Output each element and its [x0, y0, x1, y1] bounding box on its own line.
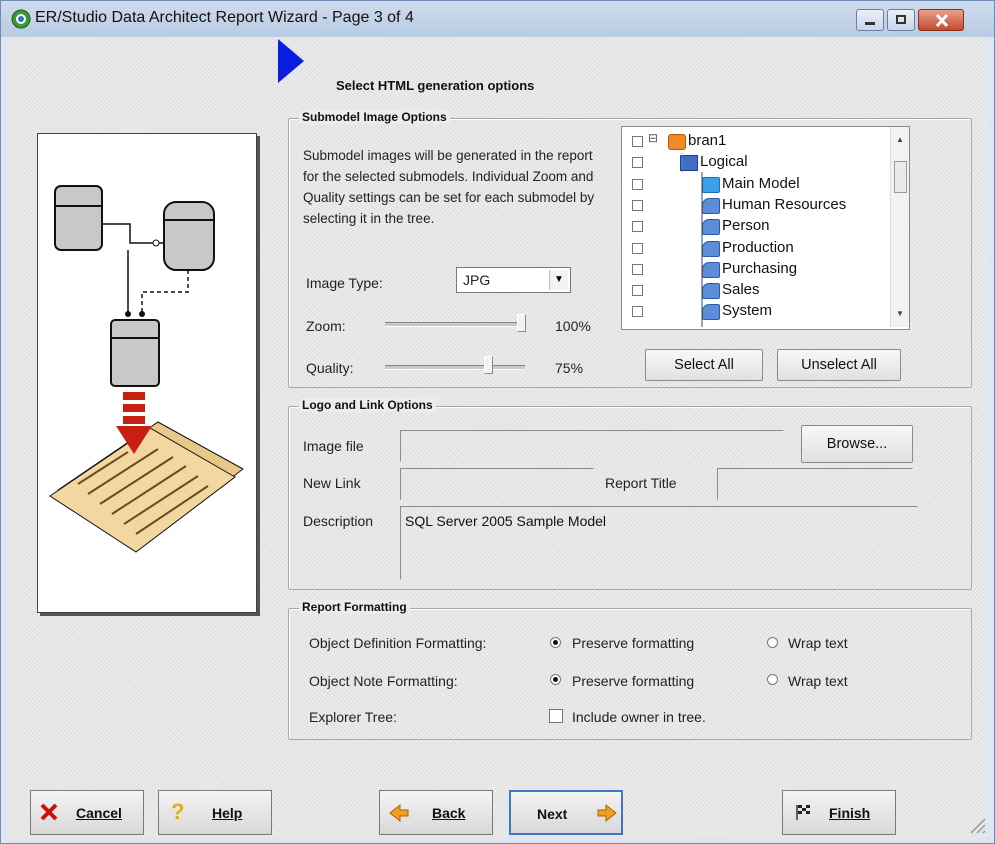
- definition-wrap-radio[interactable]: [767, 637, 778, 648]
- report-title-label: Report Title: [605, 475, 677, 491]
- next-label: Next: [537, 806, 568, 822]
- image-type-label: Image Type:: [306, 275, 383, 291]
- finish-label: Finish: [829, 805, 871, 821]
- description-textarea[interactable]: SQL Server 2005 Sample Model: [400, 506, 918, 580]
- help-icon: ?: [171, 799, 185, 824]
- object-note-label: Object Note Formatting:: [309, 673, 458, 689]
- browse-button[interactable]: Browse...: [801, 425, 913, 463]
- submodel-group-legend: Submodel Image Options: [299, 110, 450, 124]
- minimize-button[interactable]: [856, 9, 884, 31]
- quality-label: Quality:: [306, 360, 354, 376]
- description-label: Description: [303, 513, 374, 529]
- finish-button[interactable]: Finish: [782, 790, 896, 835]
- formatting-group-legend: Report Formatting: [299, 600, 410, 614]
- logo-group-legend: Logo and Link Options: [299, 398, 436, 412]
- maximize-icon: [896, 15, 906, 24]
- unselect-all-button[interactable]: Unselect All: [777, 349, 901, 381]
- definition-preserve-label[interactable]: Preserve formatting: [572, 635, 694, 651]
- app-icon: [11, 9, 31, 29]
- definition-preserve-radio[interactable]: [550, 637, 561, 648]
- image-file-label: Image file: [303, 438, 364, 454]
- note-preserve-radio[interactable]: [550, 674, 561, 685]
- select-all-button[interactable]: Select All: [645, 349, 763, 381]
- wizard-illustration: [37, 133, 257, 613]
- checkered-flag-icon: [796, 805, 810, 820]
- scroll-up-icon[interactable]: ▲: [896, 135, 904, 144]
- report-wizard-window: ER/Studio Data Architect Report Wizard -…: [0, 0, 995, 844]
- quality-value: 75%: [555, 360, 584, 376]
- include-owner-label[interactable]: Include owner in tree.: [572, 709, 706, 725]
- zoom-label: Zoom:: [306, 318, 346, 334]
- scroll-down-icon[interactable]: ▼: [896, 309, 904, 318]
- cancel-x-icon: [40, 803, 58, 821]
- object-definition-label: Object Definition Formatting:: [309, 635, 487, 651]
- submodel-tree[interactable]: ⊟ bran1 Logical Main Model Human Resources Pe…: [621, 126, 910, 330]
- maximize-button[interactable]: [887, 9, 915, 31]
- zoom-slider-track[interactable]: [385, 322, 525, 327]
- cancel-button[interactable]: Cancel: [30, 790, 144, 835]
- chevron-down-icon: ▼: [549, 270, 568, 290]
- quality-slider-track[interactable]: [385, 365, 525, 370]
- back-label: Back: [432, 805, 466, 821]
- help-button[interactable]: ? Help: [158, 790, 272, 835]
- submodel-description: Submodel images will be generated in the…: [303, 148, 595, 226]
- report-title-input[interactable]: [717, 468, 913, 500]
- back-button[interactable]: Back: [379, 790, 493, 835]
- explorer-tree-label: Explorer Tree:: [309, 709, 397, 725]
- minimize-icon: [865, 22, 875, 25]
- scroll-thumb[interactable]: [894, 161, 907, 193]
- close-icon: [935, 14, 949, 27]
- cancel-label: Cancel: [76, 805, 122, 821]
- new-link-input[interactable]: [400, 468, 594, 500]
- next-arrow-icon: [597, 803, 617, 823]
- image-type-select[interactable]: JPG ▼: [456, 267, 571, 293]
- image-file-input[interactable]: [400, 430, 784, 462]
- zoom-slider-thumb[interactable]: [517, 314, 526, 332]
- help-label: Help: [212, 805, 243, 821]
- report-illustration-graphic: [49, 185, 244, 553]
- title-bar: ER/Studio Data Architect Report Wizard -…: [1, 1, 994, 37]
- step-pointer-icon: [278, 39, 304, 83]
- note-wrap-label[interactable]: Wrap text: [788, 673, 848, 689]
- note-wrap-radio[interactable]: [767, 674, 778, 685]
- zoom-value: 100%: [555, 318, 591, 334]
- quality-slider-thumb[interactable]: [484, 356, 493, 374]
- tree-connector-lines: [681, 153, 703, 327]
- definition-wrap-label[interactable]: Wrap text: [788, 635, 848, 651]
- new-link-label: New Link: [303, 475, 361, 491]
- tree-vertical-scrollbar[interactable]: ▲ ▼: [890, 127, 909, 327]
- image-type-value: JPG: [463, 272, 491, 288]
- next-button[interactable]: Next: [509, 790, 623, 835]
- include-owner-checkbox[interactable]: [549, 709, 563, 723]
- resize-grip-icon[interactable]: [967, 815, 987, 835]
- note-preserve-label[interactable]: Preserve formatting: [572, 673, 694, 689]
- back-arrow-icon: [389, 803, 409, 823]
- close-button[interactable]: [918, 9, 964, 31]
- page-heading: Select HTML generation options: [336, 78, 535, 93]
- window-title: ER/Studio Data Architect Report Wizard -…: [35, 9, 414, 26]
